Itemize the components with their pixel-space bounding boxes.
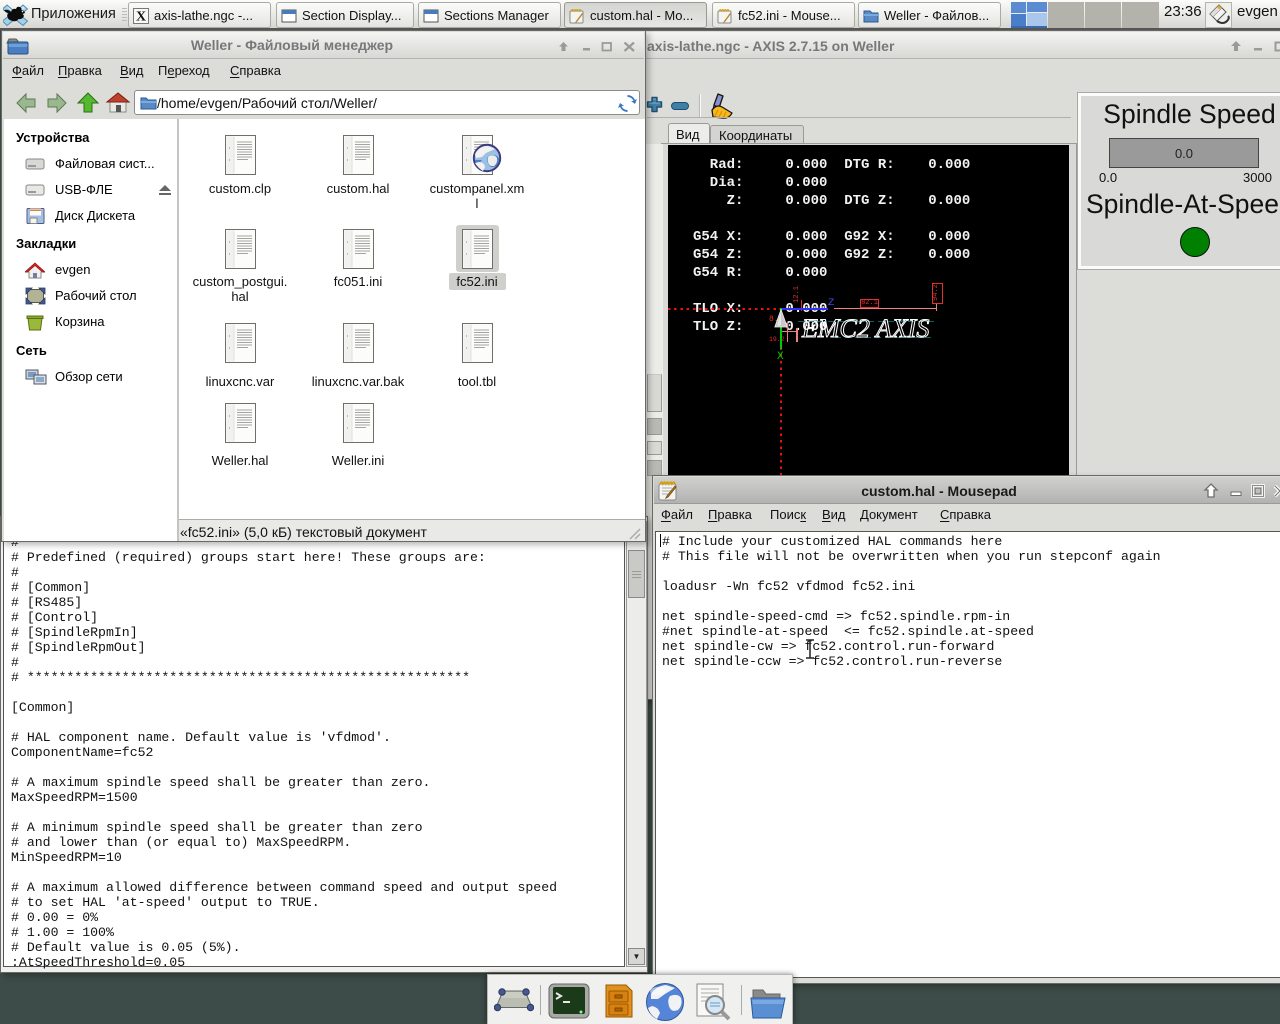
svg-text:X: X — [136, 10, 146, 25]
